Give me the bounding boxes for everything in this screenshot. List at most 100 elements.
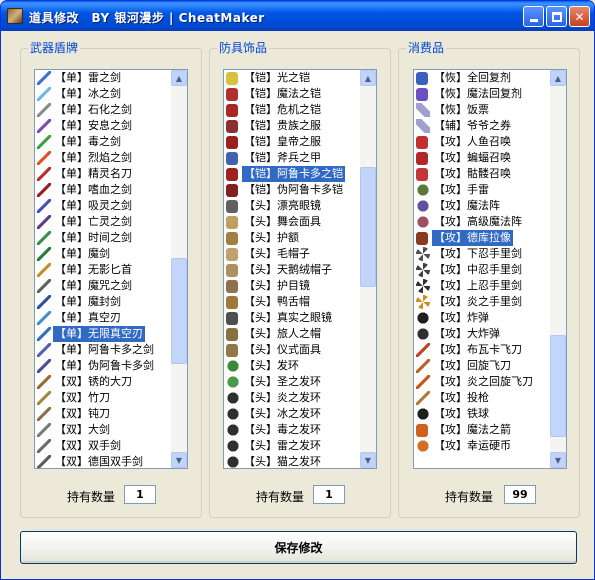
list-item[interactable]: 【头】圣之发环 — [224, 374, 361, 390]
list-item[interactable]: 【单】伪阿鲁卡多剑 — [35, 358, 172, 374]
list-item[interactable]: 【头】护额 — [224, 230, 361, 246]
list-item[interactable]: 【辅】爷爷之券 — [414, 118, 551, 134]
list-item[interactable]: 【单】无限真空刃 — [35, 326, 172, 342]
list-item[interactable]: 【单】无影匕首 — [35, 262, 172, 278]
consumables-listbox[interactable]: 【恢】全回复剂 【恢】魔法回复剂 【恢】饭票 【辅】爷爷之券 【攻】人鱼召唤 【攻】蝙蝠召… — [413, 69, 567, 469]
list-item[interactable]: 【攻】魔法之箭 — [414, 422, 551, 438]
scroll-up-button[interactable]: ▲ — [550, 70, 566, 86]
list-item[interactable]: 【单】冰之剑 — [35, 86, 172, 102]
weapons-listbox[interactable]: 【单】雷之剑 【单】冰之剑 【单】石化之剑 【单】安息之剑 【单】毒之剑 【单】烈焰之剑【… — [34, 69, 188, 469]
save-button[interactable]: 保存修改 — [20, 531, 577, 564]
list-item[interactable]: 【头】雷之发环 — [224, 438, 361, 454]
list-item[interactable]: 【攻】大炸弹 — [414, 326, 551, 342]
list-item[interactable]: 【铠】皇帝之服 — [224, 134, 361, 150]
list-item[interactable]: 【攻】骷髅召唤 — [414, 166, 551, 182]
list-item[interactable]: 【攻】投枪 — [414, 390, 551, 406]
list-item[interactable]: 【攻】回旋飞刀 — [414, 358, 551, 374]
armor-listbox[interactable]: 【铠】光之铠 【铠】魔法之铠 【铠】危机之铠 【铠】贵族之服 【铠】皇帝之服 【铠】斧兵之… — [223, 69, 377, 469]
list-item[interactable]: 【铠】阿鲁卡多之铠 — [224, 166, 361, 182]
scroll-down-button[interactable]: ▼ — [360, 452, 376, 468]
list-item[interactable]: 【单】魔剑 — [35, 246, 172, 262]
list-item[interactable]: 【铠】危机之铠 — [224, 102, 361, 118]
armor-qty-input[interactable]: 1 — [313, 485, 345, 504]
list-item[interactable]: 【攻】德库拉像 — [414, 230, 551, 246]
list-item[interactable]: 【双】锈的大刀 — [35, 374, 172, 390]
list-item[interactable]: 【攻】铁球 — [414, 406, 551, 422]
list-item[interactable]: 【头】猫之发环 — [224, 454, 361, 468]
list-item[interactable]: 【双】竹刀 — [35, 390, 172, 406]
list-item[interactable]: 【攻】上忍手里剑 — [414, 278, 551, 294]
consumables-scrollbar[interactable]: ▲ ▼ — [550, 70, 566, 468]
list-item[interactable]: 【铠】魔法之铠 — [224, 86, 361, 102]
list-item[interactable]: 【头】仪式面具 — [224, 342, 361, 358]
list-item[interactable]: 【单】真空刃 — [35, 310, 172, 326]
list-item[interactable]: 【铠】贵族之服 — [224, 118, 361, 134]
list-item[interactable]: 【头】天鹅绒帽子 — [224, 262, 361, 278]
list-item[interactable]: 【攻】人鱼召唤 — [414, 134, 551, 150]
scroll-thumb[interactable] — [550, 334, 566, 438]
close-button[interactable]: ✕ — [569, 6, 590, 27]
scroll-up-icon: ▲ — [554, 73, 562, 83]
armor-scrollbar[interactable]: ▲ ▼ — [360, 70, 376, 468]
list-item[interactable]: 【攻】炸弹 — [414, 310, 551, 326]
list-item[interactable]: 【单】石化之剑 — [35, 102, 172, 118]
list-item[interactable]: 【头】护目镜 — [224, 278, 361, 294]
list-item[interactable]: 【单】毒之剑 — [35, 134, 172, 150]
title-bar[interactable]: 道具修改 BY 银河漫步 | CheatMaker ✕ — [1, 1, 594, 31]
list-item[interactable]: 【头】鸭舌帽 — [224, 294, 361, 310]
list-item[interactable]: 【双】德国双手剑 — [35, 454, 172, 468]
sword-icon — [37, 183, 51, 197]
list-item[interactable]: 【攻】炎之手里剑 — [414, 294, 551, 310]
list-item[interactable]: 【头】毛帽子 — [224, 246, 361, 262]
list-item[interactable]: 【单】亡灵之剑 — [35, 214, 172, 230]
list-item[interactable]: 【头】真实之眼镜 — [224, 310, 361, 326]
list-item[interactable]: 【恢】饭票 — [414, 102, 551, 118]
list-item[interactable]: 【单】精灵名刀 — [35, 166, 172, 182]
list-item[interactable]: 【恢】魔法回复剂 — [414, 86, 551, 102]
list-item[interactable]: 【单】雷之剑 — [35, 70, 172, 86]
list-item[interactable]: 【头】漂亮眼镜 — [224, 198, 361, 214]
list-item[interactable]: 【双】双手剑 — [35, 438, 172, 454]
list-item[interactable]: 【攻】蝙蝠召唤 — [414, 150, 551, 166]
list-item[interactable]: 【攻】布瓦卡飞刀 — [414, 342, 551, 358]
scroll-thumb[interactable] — [360, 166, 376, 288]
list-item[interactable]: 【头】旅人之帽 — [224, 326, 361, 342]
list-item[interactable]: 【单】吸灵之剑 — [35, 198, 172, 214]
minimize-button[interactable] — [523, 6, 544, 27]
list-item[interactable]: 【单】烈焰之剑 — [35, 150, 172, 166]
list-item[interactable]: 【攻】下忍手里剑 — [414, 246, 551, 262]
list-item[interactable]: 【攻】炎之回旋飞刀 — [414, 374, 551, 390]
list-item[interactable]: 【攻】手雷 — [414, 182, 551, 198]
list-item[interactable]: 【铠】光之铠 — [224, 70, 361, 86]
list-item[interactable]: 【头】毒之发环 — [224, 422, 361, 438]
list-item[interactable]: 【攻】高级魔法阵 — [414, 214, 551, 230]
weapons-scrollbar[interactable]: ▲ ▼ — [171, 70, 187, 468]
list-item[interactable]: 【攻】魔法阵 — [414, 198, 551, 214]
list-item[interactable]: 【头】舞会面具 — [224, 214, 361, 230]
scroll-down-button[interactable]: ▼ — [550, 452, 566, 468]
list-item[interactable]: 【恢】全回复剂 — [414, 70, 551, 86]
scroll-up-button[interactable]: ▲ — [171, 70, 187, 86]
maximize-button[interactable] — [546, 6, 567, 27]
list-item[interactable]: 【单】魔咒之剑 — [35, 278, 172, 294]
list-item[interactable]: 【单】阿鲁卡多之剑 — [35, 342, 172, 358]
list-item[interactable]: 【双】钝刀 — [35, 406, 172, 422]
list-item[interactable]: 【头】冰之发环 — [224, 406, 361, 422]
list-item[interactable]: 【攻】中忍手里剑 — [414, 262, 551, 278]
list-item[interactable]: 【单】安息之剑 — [35, 118, 172, 134]
weapons-qty-input[interactable]: 1 — [124, 485, 156, 504]
list-item[interactable]: 【铠】斧兵之甲 — [224, 150, 361, 166]
consumables-qty-input[interactable]: 99 — [504, 485, 536, 504]
list-item[interactable]: 【单】时间之剑 — [35, 230, 172, 246]
scroll-down-button[interactable]: ▼ — [171, 452, 187, 468]
scroll-up-button[interactable]: ▲ — [360, 70, 376, 86]
list-item[interactable]: 【头】发环 — [224, 358, 361, 374]
list-item[interactable]: 【双】大剑 — [35, 422, 172, 438]
list-item[interactable]: 【单】魔封剑 — [35, 294, 172, 310]
scroll-thumb[interactable] — [171, 258, 187, 365]
list-item[interactable]: 【头】炎之发环 — [224, 390, 361, 406]
list-item[interactable]: 【单】嗜血之剑 — [35, 182, 172, 198]
item-label: 【单】无限真空刃 — [53, 326, 145, 342]
list-item[interactable]: 【铠】伪阿鲁卡多铠 — [224, 182, 361, 198]
list-item[interactable]: 【攻】幸运硬币 — [414, 438, 551, 454]
